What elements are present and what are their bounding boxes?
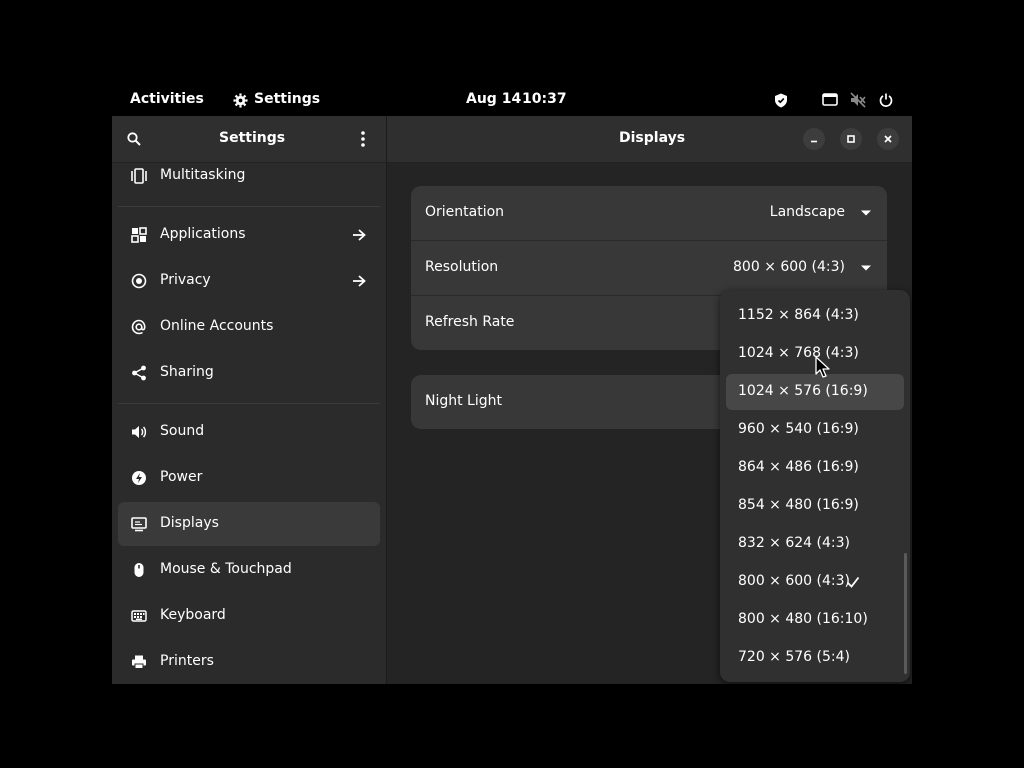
activities-button[interactable]: Activities [130, 91, 204, 107]
sound-icon [130, 423, 148, 441]
multitasking-icon [130, 167, 148, 185]
keyboard-icon [130, 607, 148, 625]
menu-icon[interactable] [355, 130, 371, 148]
resolution-option[interactable]: 864 × 486 (16:9) [726, 450, 904, 486]
resolution-row[interactable]: Resolution 800 × 600 (4:3) [411, 241, 887, 295]
resolution-option-label: 832 × 624 (4:3) [738, 535, 850, 551]
power-icon [130, 469, 148, 487]
displays-icon [130, 515, 148, 533]
resolution-option-label: 854 × 480 (16:9) [738, 497, 859, 513]
sidebar-item-label: Applications [160, 226, 246, 242]
sidebar-item-power[interactable]: Power [118, 456, 380, 500]
privacy-icon [130, 272, 148, 290]
app-menu-label[interactable]: Settings [254, 91, 320, 107]
search-icon[interactable] [126, 131, 142, 147]
pane-divider [386, 116, 387, 684]
sidebar-item-keyboard[interactable]: Keyboard [118, 594, 380, 638]
resolution-option-label: 800 × 600 (4:3) [738, 573, 850, 589]
sidebar-item-displays[interactable]: Displays [118, 502, 380, 546]
sidebar-item-online-accounts[interactable]: Online Accounts [118, 305, 380, 349]
network-icon[interactable] [822, 92, 838, 108]
sidebar-item-label: Privacy [160, 272, 211, 288]
checkmark-icon [846, 576, 860, 588]
shield-icon[interactable] [773, 92, 789, 108]
sidebar-item-label: Displays [160, 515, 219, 531]
arrow-right-icon [350, 226, 368, 244]
sidebar-item-sharing[interactable]: Sharing [118, 351, 380, 395]
sidebar-item-sound[interactable]: Sound [118, 410, 380, 454]
applications-icon [130, 226, 148, 244]
sidebar-title: Settings [219, 130, 286, 146]
sidebar-item-label: Online Accounts [160, 318, 274, 334]
resolution-option[interactable]: 832 × 624 (4:3) [726, 526, 904, 562]
top-bar: Activities Settings Aug 14 10:37 [112, 86, 912, 114]
refresh-rate-label: Refresh Rate [425, 314, 515, 330]
close-icon [884, 135, 892, 143]
resolution-dropdown-menu[interactable]: 1152 × 864 (4:3) 1024 × 768 (4:3) 1024 ×… [720, 290, 910, 682]
minimize-button[interactable] [803, 128, 825, 150]
mouse-cursor-icon [815, 356, 830, 378]
maximize-button[interactable] [840, 128, 862, 150]
orientation-row[interactable]: Orientation Landscape [411, 186, 887, 240]
printer-icon [130, 653, 148, 671]
resolution-value[interactable]: 800 × 600 (4:3) [733, 259, 845, 275]
sidebar-item-mouse-touchpad[interactable]: Mouse & Touchpad [118, 548, 380, 592]
sidebar: Settings Multitasking Applications Priva… [112, 116, 386, 684]
resolution-option[interactable]: 720 × 576 (5:4) [726, 640, 904, 676]
clock-date[interactable]: Aug 14 [466, 91, 521, 107]
resolution-option[interactable]: 1152 × 864 (4:3) [726, 298, 904, 334]
page-title: Displays [619, 130, 686, 146]
online-accounts-icon [130, 318, 148, 336]
sidebar-item-label: Sharing [160, 364, 214, 380]
sidebar-item-applications[interactable]: Applications [118, 213, 380, 257]
sharing-icon [130, 364, 148, 382]
content-header: Displays [387, 116, 912, 163]
sidebar-item-label: Multitasking [160, 167, 246, 183]
resolution-option-label: 960 × 540 (16:9) [738, 421, 859, 437]
resolution-option[interactable]: 854 × 480 (16:9) [726, 488, 904, 524]
chevron-down-icon[interactable] [861, 263, 871, 273]
sidebar-item-label: Keyboard [160, 607, 226, 623]
resolution-option-selected[interactable]: 800 × 600 (4:3) [726, 564, 904, 600]
power-icon[interactable] [878, 92, 894, 108]
sidebar-item-privacy[interactable]: Privacy [118, 259, 380, 303]
sidebar-item-label: Sound [160, 423, 205, 439]
clock-time[interactable]: 10:37 [522, 91, 567, 107]
volume-muted-icon[interactable] [850, 92, 866, 108]
night-light-label: Night Light [425, 393, 502, 409]
orientation-value[interactable]: Landscape [770, 204, 845, 220]
sidebar-item-multitasking[interactable]: Multitasking [118, 154, 380, 198]
chevron-down-icon[interactable] [861, 208, 871, 218]
close-button[interactable] [877, 128, 899, 150]
gear-icon[interactable] [232, 92, 248, 108]
resolution-option-label: 1024 × 768 (4:3) [738, 345, 859, 361]
resolution-label: Resolution [425, 259, 499, 275]
orientation-label: Orientation [425, 204, 505, 220]
resolution-option-label: 864 × 486 (16:9) [738, 459, 859, 475]
sidebar-item-label: Mouse & Touchpad [160, 561, 292, 577]
resolution-option-label: 1152 × 864 (4:3) [738, 307, 859, 323]
dropdown-scrollbar[interactable] [904, 553, 907, 674]
resolution-option-label: 720 × 576 (5:4) [738, 649, 850, 665]
sidebar-divider [118, 403, 380, 404]
arrow-right-icon [350, 272, 368, 290]
resolution-option[interactable]: 800 × 480 (16:10) [726, 602, 904, 638]
resolution-option-label: 800 × 480 (16:10) [738, 611, 868, 627]
sidebar-item-printers[interactable]: Printers [118, 640, 380, 684]
sidebar-item-label: Printers [160, 653, 214, 669]
sidebar-item-label: Power [160, 469, 203, 485]
resolution-option[interactable]: 960 × 540 (16:9) [726, 412, 904, 448]
mouse-icon [130, 561, 148, 579]
sidebar-divider [118, 206, 380, 207]
resolution-option-label: 1024 × 576 (16:9) [738, 383, 868, 399]
